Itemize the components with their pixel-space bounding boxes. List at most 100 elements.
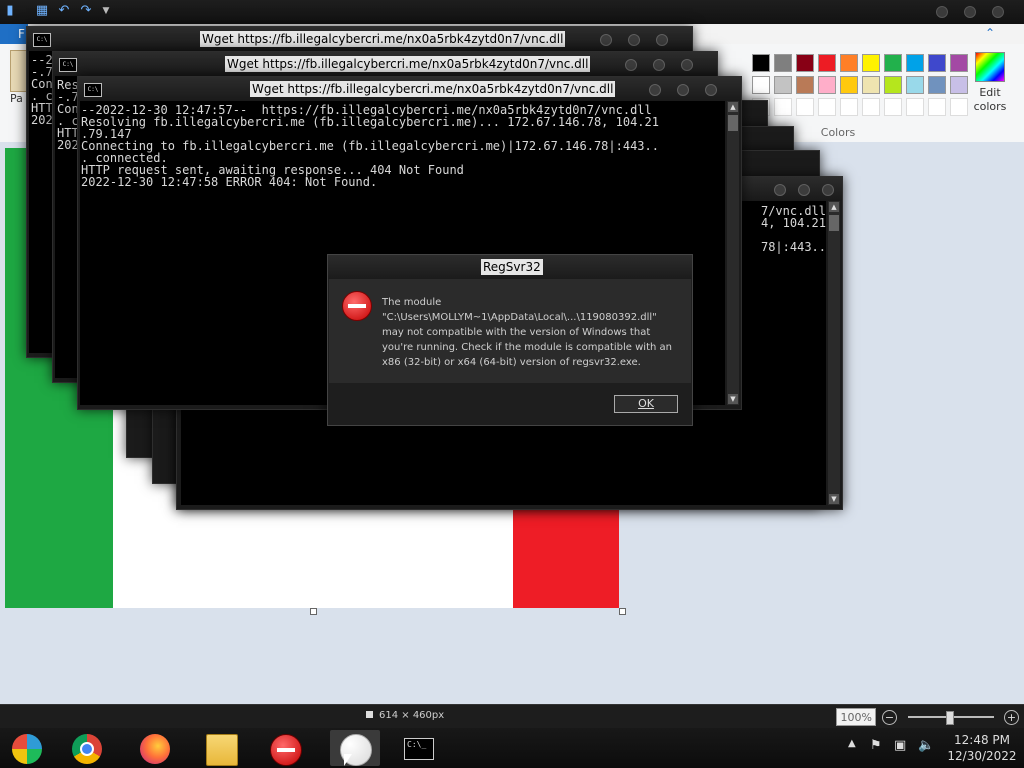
show-hidden-icons-icon[interactable]: ▲ [848, 738, 856, 749]
save-icon[interactable]: ▦ [34, 3, 50, 19]
close-button[interactable] [705, 84, 717, 96]
maximize-button[interactable] [677, 84, 689, 96]
color-swatch[interactable] [796, 54, 814, 72]
ok-button-label: OK [638, 397, 654, 410]
window-title: Wget https://fb.illegalcybercri.me/nx0a5… [225, 56, 591, 72]
maximize-button[interactable] [964, 6, 976, 18]
taskbar-firefox[interactable] [130, 730, 180, 766]
color-swatch[interactable] [884, 76, 902, 94]
custom-color-slot[interactable] [840, 98, 858, 116]
clock[interactable]: 12:48 PM 12/30/2022 [942, 732, 1022, 764]
chrome-icon [72, 734, 102, 764]
custom-color-slot[interactable] [950, 98, 968, 116]
minimize-button[interactable] [936, 6, 948, 18]
taskbar-cmd[interactable]: C:\_ [394, 730, 444, 766]
message-line: you're running. Check if the module is c… [382, 342, 672, 353]
regsvr32-dialog[interactable]: RegSvr32 The module "C:\Users\MOLLYM~1\A… [327, 254, 693, 426]
close-button[interactable] [822, 184, 834, 196]
scroll-down-icon[interactable]: ▼ [829, 494, 839, 504]
color-swatch[interactable] [906, 54, 924, 72]
paint-title-bar: ▮ ▦ ↶ ↷ ▼ [0, 0, 1024, 24]
color-swatch[interactable] [950, 76, 968, 94]
color-swatch[interactable] [950, 54, 968, 72]
canvas-size: 614 × 460px [366, 710, 444, 721]
volume-icon[interactable]: 🔈 [918, 738, 934, 753]
file-tab[interactable]: F [0, 24, 28, 44]
close-button[interactable] [656, 34, 668, 46]
scroll-thumb[interactable] [829, 215, 839, 231]
zoom-level: 100% [836, 708, 876, 726]
colors-group-label: Colors [820, 126, 856, 139]
custom-color-slot[interactable] [928, 98, 946, 116]
scroll-up-icon[interactable]: ▲ [829, 202, 839, 212]
custom-color-slot[interactable] [796, 98, 814, 116]
scroll-thumb[interactable] [728, 115, 738, 131]
resize-handle-corner[interactable] [619, 608, 626, 615]
network-icon[interactable]: ▣ [894, 738, 906, 753]
custom-color-slot[interactable] [906, 98, 924, 116]
edit-colors-button[interactable]: Edit colors [968, 52, 1012, 114]
minimize-button[interactable] [774, 184, 786, 196]
mouse-cursor [344, 754, 352, 766]
zoom-slider-thumb[interactable] [946, 711, 954, 725]
custom-color-slot[interactable] [862, 98, 880, 116]
maximize-button[interactable] [628, 34, 640, 46]
minimize-button[interactable] [649, 84, 661, 96]
close-button[interactable] [681, 59, 693, 71]
window-title: Wget https://fb.illegalcybercri.me/nx0a5… [200, 31, 566, 47]
color-swatch[interactable] [862, 54, 880, 72]
message-line: may not compatible with the version of W… [382, 327, 651, 338]
maximize-button[interactable] [653, 59, 665, 71]
minimize-button[interactable] [625, 59, 637, 71]
taskbar-chrome[interactable] [62, 730, 112, 766]
custom-color-slot[interactable] [884, 98, 902, 116]
color-swatch[interactable] [862, 76, 880, 94]
customize-quick-access-icon[interactable]: ▼ [98, 3, 114, 19]
color-swatch[interactable] [840, 76, 858, 94]
firefox-icon [140, 734, 170, 764]
flag-icon[interactable]: ⚑ [870, 738, 882, 753]
scroll-up-icon[interactable]: ▲ [728, 102, 738, 112]
color-swatch[interactable] [928, 54, 946, 72]
error-icon [270, 734, 302, 766]
custom-color-slot[interactable] [818, 98, 836, 116]
color-swatch[interactable] [796, 76, 814, 94]
color-swatch[interactable] [818, 54, 836, 72]
message-line: x86 (32-bit) or x64 (64-bit) version of … [382, 357, 641, 368]
color-swatch[interactable] [774, 54, 792, 72]
color-swatch[interactable] [884, 54, 902, 72]
color-swatch[interactable] [928, 76, 946, 94]
color-swatch[interactable] [906, 76, 924, 94]
color-swatch[interactable] [840, 54, 858, 72]
scroll-down-icon[interactable]: ▼ [728, 394, 738, 404]
zoom-out-icon[interactable]: − [882, 710, 897, 725]
taskbar-edge[interactable] [2, 730, 52, 766]
close-button[interactable] [992, 6, 1004, 18]
custom-color-slot[interactable] [774, 98, 792, 116]
undo-icon[interactable]: ↶ [56, 3, 72, 19]
error-message: The module "C:\Users\MOLLYM~1\AppData\Lo… [382, 295, 682, 370]
status-bar: 614 × 460px 100% − + [0, 704, 1024, 729]
dialog-title-bar: RegSvr32 [328, 255, 692, 279]
color-swatch[interactable] [752, 76, 770, 94]
taskbar-error[interactable] [260, 730, 310, 766]
color-swatch[interactable] [774, 76, 792, 94]
scrollbar[interactable]: ▲ ▼ [828, 201, 840, 505]
minimize-button[interactable] [600, 34, 612, 46]
console-line: 78|:443.. [760, 240, 826, 254]
dialog-content: The module "C:\Users\MOLLYM~1\AppData\Lo… [329, 279, 691, 383]
taskbar-paint[interactable] [330, 730, 380, 766]
resize-handle-bottom[interactable] [310, 608, 317, 615]
title-bar: C:\ Wget https://fb.illegalcybercri.me/n… [53, 52, 717, 76]
redo-icon[interactable]: ↷ [78, 3, 94, 19]
ok-button[interactable]: OK [614, 395, 678, 413]
color-swatch[interactable] [818, 76, 836, 94]
dialog-title: RegSvr32 [481, 259, 543, 275]
color-swatch[interactable] [752, 54, 770, 72]
scrollbar[interactable]: ▲ ▼ [727, 101, 739, 405]
zoom-in-icon[interactable]: + [1004, 710, 1019, 725]
help-icon[interactable]: ⌃ [982, 26, 998, 42]
maximize-button[interactable] [798, 184, 810, 196]
clock-date: 12/30/2022 [947, 749, 1017, 763]
taskbar-file-explorer[interactable] [196, 730, 246, 766]
